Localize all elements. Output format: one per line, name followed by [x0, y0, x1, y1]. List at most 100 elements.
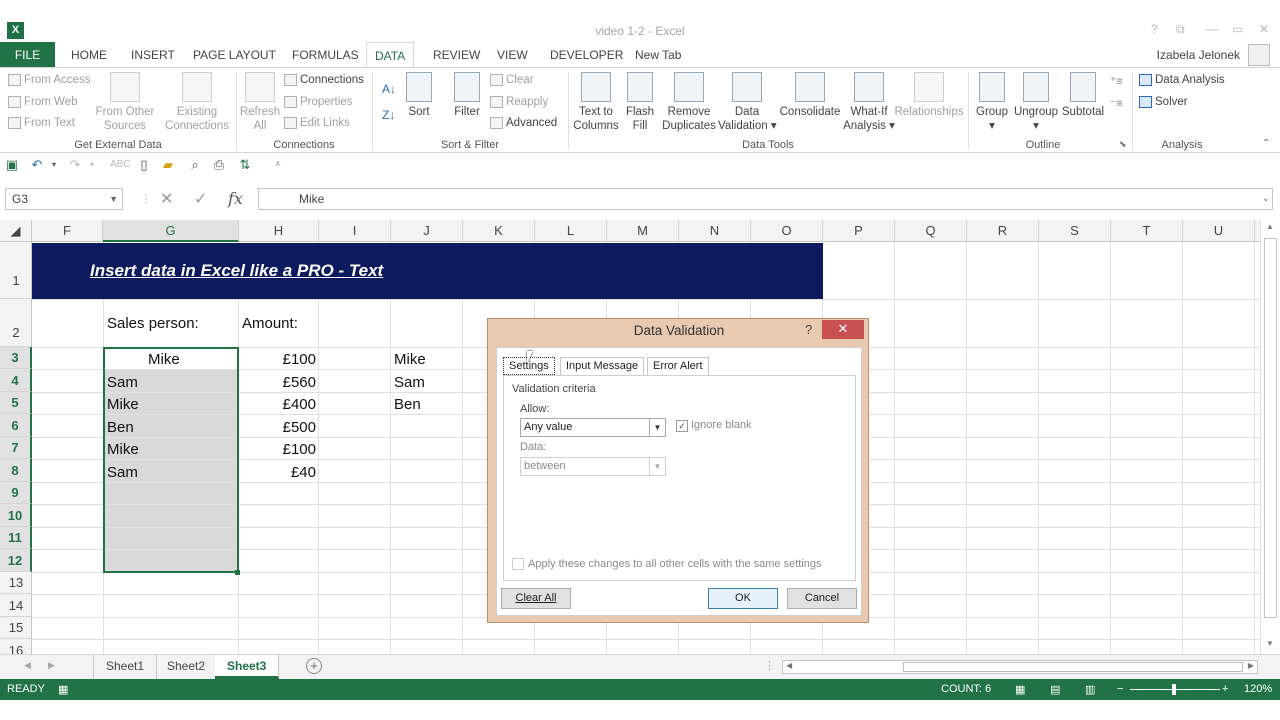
restore-button[interactable]: ▭ — [1232, 22, 1243, 36]
col-header[interactable]: U — [1183, 220, 1255, 242]
advanced-filter-button[interactable]: Advanced — [490, 117, 557, 129]
dialog-help-button[interactable]: ? — [805, 322, 812, 337]
col-header[interactable]: S — [1039, 220, 1111, 242]
help-button[interactable]: ? — [1151, 22, 1158, 36]
show-detail-icon[interactable]: ⁺≡ — [1110, 74, 1123, 88]
print-preview-icon[interactable]: ⌕ — [188, 158, 202, 172]
tab-input-message[interactable]: Input Message — [560, 357, 645, 375]
customize-qat-icon[interactable]: ⩡ — [271, 158, 285, 172]
from-web-button[interactable]: From Web — [8, 96, 77, 108]
open-folder-icon[interactable]: ▰ — [161, 158, 175, 172]
cell-h8[interactable]: £40 — [291, 464, 316, 481]
cancel-entry-icon[interactable]: ✕ — [160, 189, 173, 209]
prev-sheet-icon[interactable]: ◀ — [24, 660, 31, 671]
data-analysis-button[interactable]: Data Analysis — [1139, 74, 1225, 86]
scroll-left-icon[interactable]: ◀ — [786, 661, 792, 670]
relationships-button[interactable]: Relationships — [894, 72, 964, 119]
normal-view-icon[interactable]: ▦ — [1015, 683, 1025, 696]
row-header[interactable]: 12 — [0, 549, 32, 572]
row-header[interactable]: 7 — [0, 437, 32, 459]
tab-developer[interactable]: DEVELOPER — [550, 42, 623, 68]
cell-j5[interactable]: Ben — [394, 396, 421, 413]
row-header[interactable]: 16 — [0, 639, 32, 654]
row-header[interactable]: 14 — [0, 594, 32, 617]
col-header[interactable]: F — [32, 220, 103, 242]
ungroup-button[interactable]: Ungroup ▾ — [1013, 72, 1059, 133]
redo-icon[interactable]: ↷ — [68, 158, 82, 172]
group-button[interactable]: Group ▾ — [973, 72, 1011, 133]
col-header[interactable]: T — [1111, 220, 1183, 242]
zoom-in-icon[interactable]: + — [1222, 683, 1228, 695]
what-if-analysis-button[interactable]: What-If Analysis ▾ — [843, 72, 895, 133]
row-header[interactable]: 4 — [0, 369, 32, 392]
tab-view[interactable]: VIEW — [497, 42, 528, 68]
row-header[interactable]: 9 — [0, 482, 32, 504]
dialog-close-button[interactable]: ✕ — [822, 320, 864, 339]
cell-h4[interactable]: £560 — [283, 374, 316, 391]
formula-input[interactable]: Mike — [258, 188, 1273, 210]
scroll-up-icon[interactable]: ▲ — [1266, 222, 1274, 231]
page-layout-view-icon[interactable]: ▤ — [1050, 683, 1060, 696]
edit-links-button[interactable]: Edit Links — [284, 117, 350, 129]
minimize-button[interactable]: — — [1206, 22, 1218, 36]
consolidate-button[interactable]: Consolidate — [778, 72, 842, 119]
scroll-right-icon[interactable]: ▶ — [1248, 661, 1254, 670]
from-access-button[interactable]: From Access — [8, 74, 90, 86]
row-header[interactable]: 8 — [0, 459, 32, 482]
sort-ascending-icon[interactable]: ⇅ — [238, 158, 252, 172]
cell-j4[interactable]: Sam — [394, 374, 425, 391]
row-header[interactable]: 11 — [0, 527, 32, 549]
undo-icon[interactable]: ↶ — [30, 158, 44, 172]
print-icon[interactable]: ⎙ — [212, 158, 226, 172]
macro-record-icon[interactable]: ▦ — [58, 683, 68, 696]
insert-function-icon[interactable]: fx — [228, 189, 243, 208]
new-sheet-icon[interactable]: + — [306, 658, 322, 674]
remove-duplicates-button[interactable]: Remove Duplicates — [660, 72, 718, 133]
data-validation-button[interactable]: Data Validation ▾ — [718, 72, 777, 133]
row-header[interactable]: 2 — [0, 299, 32, 347]
col-header[interactable]: G — [103, 220, 239, 242]
new-file-icon[interactable]: ▯ — [137, 158, 151, 172]
col-header[interactable]: I — [319, 220, 391, 242]
fill-handle[interactable] — [235, 570, 240, 575]
spelling-icon[interactable]: ABC — [110, 158, 131, 172]
save-icon[interactable]: ▣ — [5, 158, 19, 172]
col-header[interactable]: H — [239, 220, 319, 242]
apply-all-checkbox[interactable] — [512, 558, 524, 570]
ribbon-display-button[interactable]: ⧉ — [1176, 22, 1185, 37]
chevron-down-icon[interactable]: ▼ — [649, 419, 665, 436]
row-header[interactable]: 1 — [0, 242, 32, 299]
from-text-button[interactable]: From Text — [8, 117, 75, 129]
expand-formula-bar-icon[interactable]: ⌄ — [1262, 193, 1270, 204]
cell-j3[interactable]: Mike — [394, 351, 426, 368]
col-header[interactable]: K — [463, 220, 535, 242]
confirm-entry-icon[interactable]: ✓ — [194, 189, 207, 209]
hide-detail-icon[interactable]: ⁻≡ — [1110, 96, 1123, 110]
data-select[interactable]: between ▼ — [520, 457, 666, 476]
from-other-sources-button[interactable]: From Other Sources — [92, 72, 158, 133]
name-box[interactable]: G3 ▼ — [5, 188, 123, 210]
selection-range[interactable] — [103, 347, 239, 573]
user-name[interactable]: Izabela Jelonek — [1157, 48, 1240, 62]
filter-button[interactable]: Filter — [448, 72, 486, 119]
status-count[interactable]: COUNT: 6 — [941, 683, 991, 695]
horizontal-scroll-thumb[interactable] — [903, 662, 1243, 672]
tab-insert[interactable]: INSERT — [131, 42, 175, 68]
flash-fill-button[interactable]: Flash Fill — [624, 72, 656, 133]
close-window-button[interactable]: ✕ — [1259, 22, 1269, 36]
zoom-out-icon[interactable]: − — [1117, 683, 1123, 695]
row-header[interactable]: 10 — [0, 504, 32, 527]
sheet-tab-sheet1[interactable]: Sheet1 — [93, 655, 158, 679]
next-sheet-icon[interactable]: ▶ — [48, 660, 55, 671]
connections-button[interactable]: Connections — [284, 74, 364, 86]
sort-z-a-icon[interactable]: Z↓ — [382, 108, 395, 122]
redo-dropdown-icon[interactable]: ▾ — [85, 158, 99, 172]
undo-dropdown-icon[interactable]: ▾ — [47, 158, 61, 172]
sort-a-z-icon[interactable]: A↓ — [382, 82, 396, 96]
properties-button[interactable]: Properties — [284, 96, 352, 108]
outline-settings-launcher-icon[interactable]: ⬊ — [1119, 139, 1127, 150]
chevron-down-icon[interactable]: ▼ — [649, 458, 665, 475]
existing-connections-button[interactable]: Existing Connections — [162, 72, 232, 133]
col-header[interactable]: O — [751, 220, 823, 242]
sort-button[interactable]: Sort — [402, 72, 436, 119]
